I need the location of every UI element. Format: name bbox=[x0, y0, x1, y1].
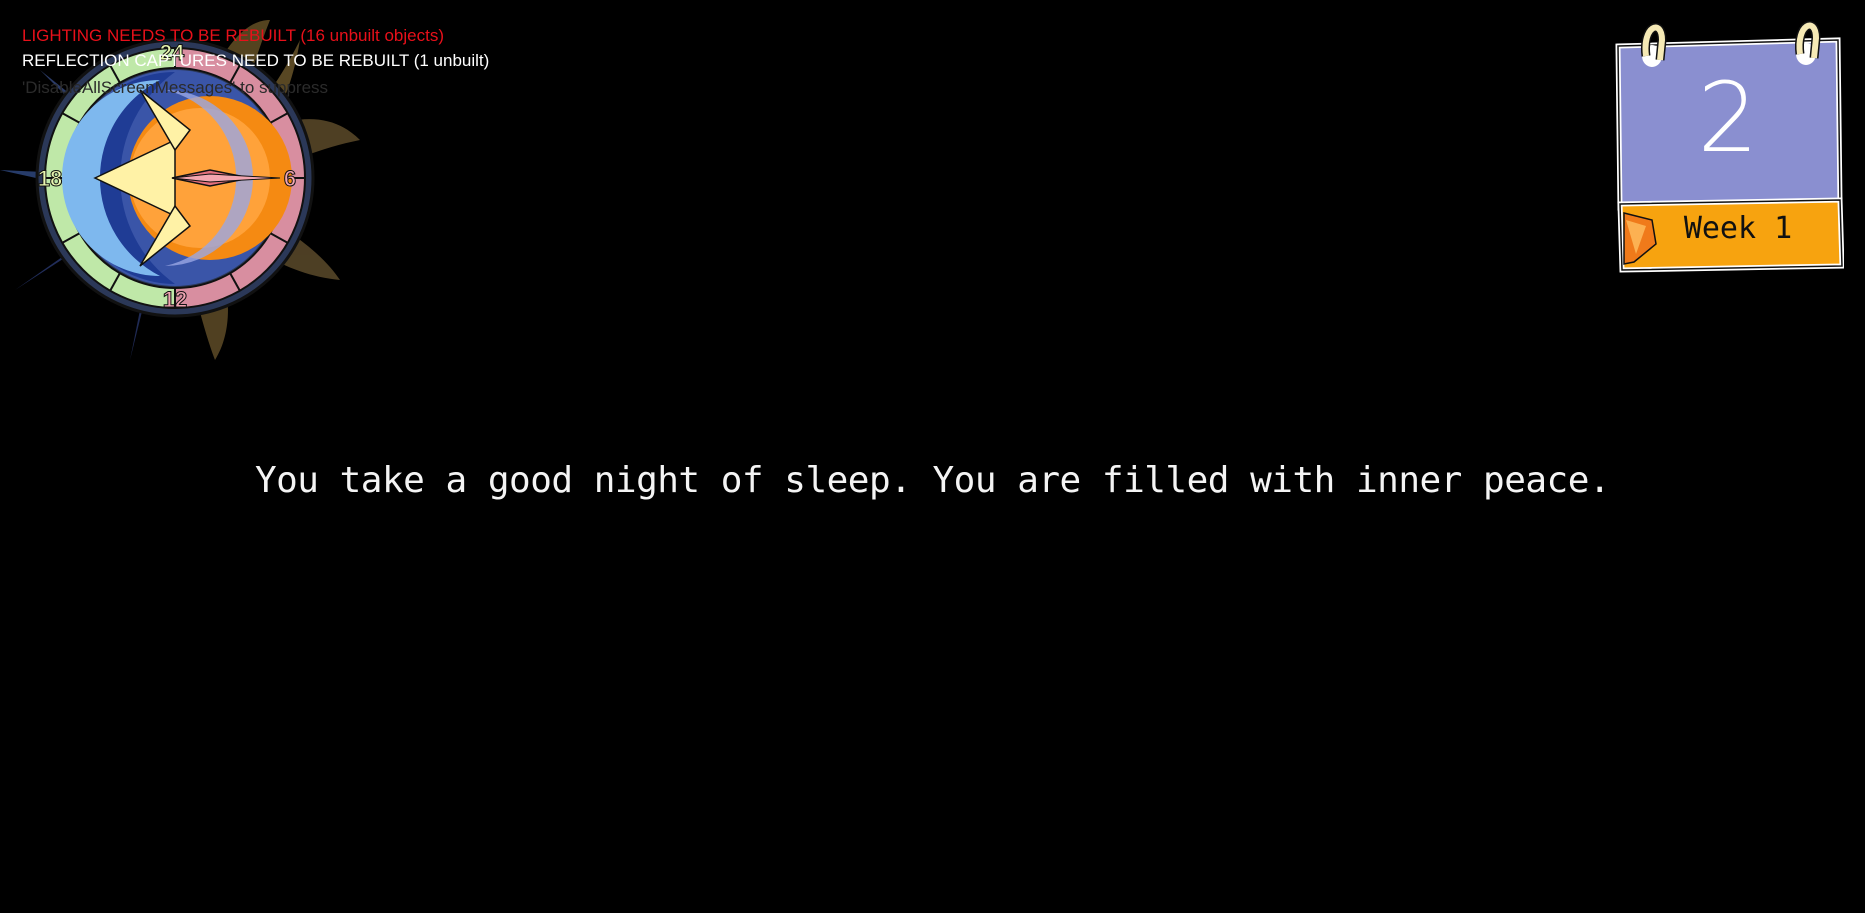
clock-label-6: 6 bbox=[284, 166, 296, 191]
calendar-widget: 2 Week 1 bbox=[1612, 8, 1845, 273]
suppress-messages-hint: 'DisableAllScreenMessages' to suppress bbox=[22, 78, 329, 97]
narration-text: You take a good night of sleep. You are … bbox=[254, 460, 1611, 501]
lighting-rebuild-warning: LIGHTING NEEDS TO BE REBUILT (16 unbuilt… bbox=[22, 26, 445, 45]
calendar-week-label: Week 1 bbox=[1683, 211, 1793, 246]
calendar-day-number: 2 bbox=[1697, 62, 1759, 174]
clock-label-12: 12 bbox=[163, 287, 187, 312]
reflection-rebuild-warning: REFLECTION CAPTURES NEED TO BE REBUILT (… bbox=[22, 51, 490, 70]
clock-label-18: 18 bbox=[38, 166, 62, 191]
